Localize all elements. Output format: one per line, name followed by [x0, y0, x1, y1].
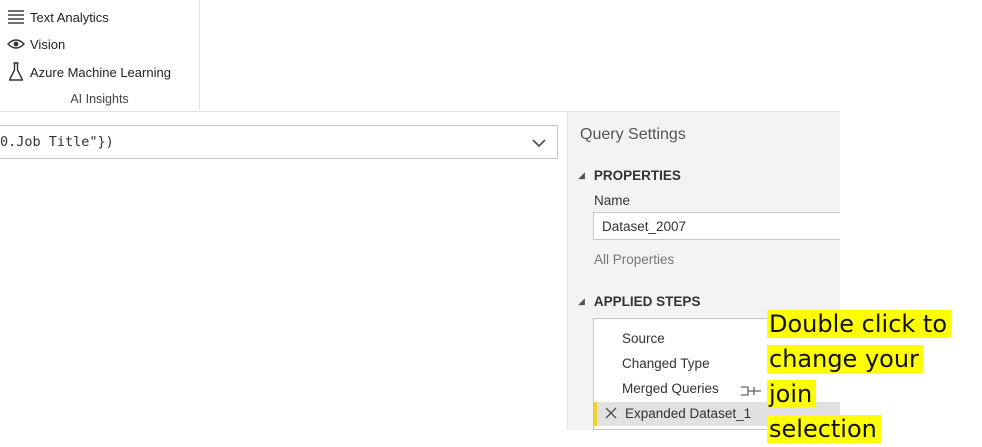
azure-machine-learning-label: Azure Machine Learning — [30, 64, 171, 80]
text-analytics-label: Text Analytics — [30, 9, 109, 25]
name-label: Name — [594, 193, 631, 208]
vision-button[interactable]: Vision — [6, 33, 65, 55]
callout-line: selection — [767, 415, 881, 443]
gear-settings-icon[interactable] — [740, 384, 762, 396]
step-label: Expanded Dataset_1 — [625, 406, 752, 421]
all-properties-link[interactable]: All Properties — [594, 252, 674, 267]
delete-step-icon[interactable] — [605, 407, 617, 419]
list-lines-icon — [6, 7, 26, 27]
applied-steps-heading: APPLIED STEPS — [593, 294, 701, 309]
vision-label: Vision — [30, 36, 66, 52]
text-analytics-button[interactable]: Text Analytics — [6, 6, 109, 28]
collapse-triangle-icon[interactable]: ◢ — [578, 296, 585, 307]
properties-section-header[interactable]: ◢ PROPERTIES — [578, 168, 681, 183]
properties-heading: PROPERTIES — [593, 168, 681, 183]
ribbon: Text Analytics Vision Azure Machine Lear… — [0, 0, 840, 112]
step-label: Merged Queries — [622, 381, 719, 396]
formula-bar[interactable]: 0.Job Title"}) — [0, 125, 558, 159]
chevron-down-icon[interactable] — [531, 136, 547, 150]
callout-line: Double click to — [767, 310, 952, 338]
annotation-callout: Double click to change your join selecti… — [767, 307, 959, 443]
applied-steps-section-header[interactable]: ◢ APPLIED STEPS — [578, 294, 700, 309]
formula-text[interactable]: 0.Job Title"}) — [0, 134, 114, 150]
flask-icon — [6, 62, 26, 82]
ribbon-blank-area — [840, 0, 982, 111]
step-label: Changed Type — [622, 356, 710, 371]
query-settings-title: Query Settings — [580, 126, 686, 143]
step-label: Source — [622, 331, 665, 346]
ribbon-group-label: AI Insights — [70, 92, 129, 106]
ai-insights-group: Text Analytics Vision Azure Machine Lear… — [0, 0, 200, 110]
collapse-triangle-icon[interactable]: ◢ — [578, 170, 585, 181]
azure-machine-learning-button[interactable]: Azure Machine Learning — [6, 61, 171, 83]
eye-icon — [6, 34, 26, 54]
query-name-input[interactable] — [593, 212, 843, 240]
callout-line: change your join — [767, 345, 923, 408]
